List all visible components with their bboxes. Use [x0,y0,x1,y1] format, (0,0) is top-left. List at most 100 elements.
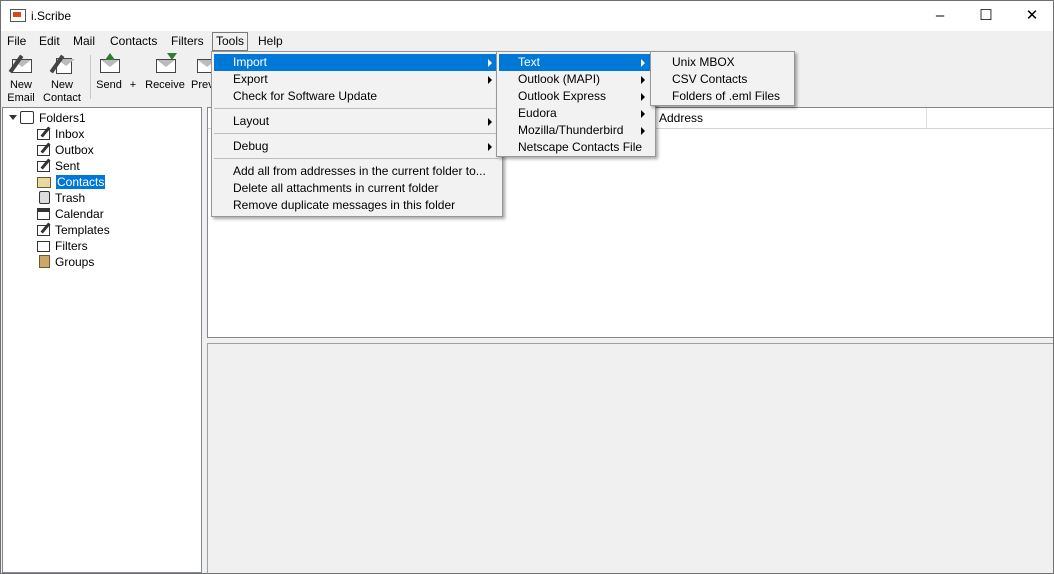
submenu-arrow-icon [641,93,645,101]
menu-item-eml-folders[interactable]: Folders of .eml Files [653,88,790,105]
menu-item-outlook-express[interactable]: Outlook Express [499,88,651,105]
menu-separator [214,158,498,159]
column-email-address[interactable]: il Address [651,111,703,125]
menu-item-debug[interactable]: Debug [214,138,498,155]
tree-item-inbox[interactable]: Inbox [37,126,84,142]
menu-item-export[interactable]: Export [214,71,498,88]
expand-icon[interactable] [9,115,17,120]
folders-root-icon [20,111,34,124]
folder-tree: Folders1 Inbox Outbox Sent Contacts Tras… [2,107,202,573]
preview-icon [191,53,213,75]
submenu-arrow-icon [641,110,645,118]
tree-item-label: Calendar [55,207,104,221]
preview-pane [207,343,1053,573]
tree-item-label: Templates [55,223,110,237]
new-email-label-1: New [9,79,32,91]
filters-icon [37,241,50,252]
menu-separator [214,108,498,109]
tree-item-calendar[interactable]: Calendar [37,206,104,222]
menu-item-check-update[interactable]: Check for Software Update [214,88,498,105]
tree-item-contacts[interactable]: Contacts [37,174,106,190]
menu-item-mozilla-thunderbird[interactable]: Mozilla/Thunderbird [499,122,651,139]
menu-item-delete-attachments[interactable]: Delete all attachments in current folder [214,180,498,197]
groups-icon [39,255,50,268]
new-email-icon [8,53,32,75]
tools-menu: Import Export Check for Software Update … [211,51,503,217]
tree-item-label: Sent [55,159,80,173]
new-contact-button[interactable]: New Contact [41,53,83,105]
menu-item-debug-label: Debug [233,139,269,153]
new-email-label-2: Email [7,92,35,104]
submenu-arrow-icon [641,59,645,67]
send-options-button[interactable]: + [126,79,140,92]
tree-item-groups[interactable]: Groups [37,254,94,270]
new-contact-icon [49,53,75,75]
menu-item-text[interactable]: Text [499,54,651,71]
menu-item-csv-contacts[interactable]: CSV Contacts [653,71,790,88]
preview-label: Prev [191,79,213,91]
tree-item-label: Filters [55,239,88,253]
menu-item-import-label: Import [233,55,268,69]
tree-root[interactable]: Folders1 [9,110,86,126]
menu-file[interactable]: File [4,33,29,50]
tree-item-label: Groups [55,255,95,269]
maximize-button[interactable]: ☐ [963,1,1009,31]
app-icon [10,9,26,22]
close-button[interactable]: ✕ [1009,1,1053,31]
menu-item-netscape-contacts[interactable]: Netscape Contacts File [499,139,651,156]
menu-item-remove-duplicates[interactable]: Remove duplicate messages in this folder [214,197,498,214]
tree-item-label: Contacts [56,175,106,189]
title-bar: i.Scribe – ☐ ✕ [1,1,1053,31]
outbox-icon [37,145,50,156]
tree-root-label: Folders1 [39,111,86,125]
menu-item-outlook-mapi[interactable]: Outlook (MAPI) [499,71,651,88]
window-title: i.Scribe [31,9,72,23]
import-submenu: Text Outlook (MAPI) Outlook Express Eudo… [496,51,656,157]
send-label: Send [96,79,122,91]
column-divider[interactable] [926,108,927,128]
contacts-folder-icon [37,177,51,188]
menu-contacts[interactable]: Contacts [107,33,160,50]
menu-item-outlook-mapi-label: Outlook (MAPI) [518,72,601,86]
menu-filters[interactable]: Filters [168,33,207,50]
app-window: i.Scribe – ☐ ✕ File Edit Mail Contacts F… [0,0,1054,574]
tree-item-trash[interactable]: Trash [37,190,85,206]
tree-item-outbox[interactable]: Outbox [37,142,94,158]
send-icon [98,53,120,75]
trash-icon [39,191,50,204]
minimize-button[interactable]: – [917,1,963,31]
menu-item-text-label: Text [518,55,541,69]
submenu-arrow-icon [488,118,492,126]
new-contact-label-1: New [50,79,73,91]
toolbar-separator [90,55,91,99]
submenu-arrow-icon [641,127,645,135]
preview-button[interactable]: Prev [191,53,213,92]
tree-item-label: Trash [55,191,86,205]
receive-button[interactable]: Receive [144,53,186,92]
menu-edit[interactable]: Edit [36,33,63,50]
menu-help[interactable]: Help [255,33,286,50]
tree-item-templates[interactable]: Templates [37,222,110,238]
submenu-arrow-icon [488,59,492,67]
menu-item-eudora[interactable]: Eudora [499,105,651,122]
menu-mail[interactable]: Mail [70,33,98,50]
sent-icon [37,161,50,172]
submenu-arrow-icon [488,76,492,84]
tree-item-sent[interactable]: Sent [37,158,80,174]
submenu-arrow-icon [488,143,492,151]
menu-item-unix-mbox[interactable]: Unix MBOX [653,54,790,71]
menu-item-layout[interactable]: Layout [214,113,498,130]
receive-icon [154,53,177,75]
menu-tools[interactable]: Tools [212,32,249,51]
menu-separator [214,133,498,134]
menu-item-import[interactable]: Import [214,54,498,71]
menu-bar: File Edit Mail Contacts Filters Tools He… [1,31,1053,51]
menu-item-add-all-addresses[interactable]: Add all from addresses in the current fo… [214,163,498,180]
send-button[interactable]: Send [94,53,124,92]
text-submenu: Unix MBOX CSV Contacts Folders of .eml F… [650,51,795,106]
menu-item-export-label: Export [233,72,268,86]
menu-item-mozilla-label: Mozilla/Thunderbird [518,123,624,137]
menu-item-outlook-express-label: Outlook Express [518,89,607,103]
tree-item-filters[interactable]: Filters [37,238,88,254]
new-email-button[interactable]: New Email [5,53,37,105]
